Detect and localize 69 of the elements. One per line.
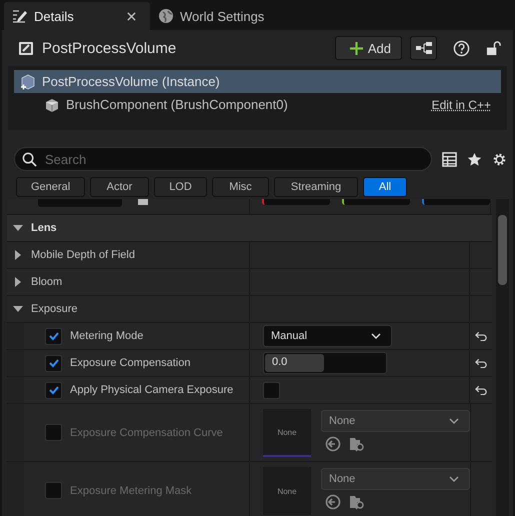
property-label: Exposure Metering Mask: [70, 484, 192, 496]
scrollbar[interactable]: [496, 199, 509, 516]
filter-tab[interactable]: General: [16, 177, 85, 197]
browse-folder-icon[interactable]: [349, 494, 365, 510]
reset-arrow-icon[interactable]: [474, 331, 488, 341]
unlocked-padlock-icon[interactable]: [486, 40, 501, 56]
dropdown-field[interactable]: Manual: [263, 325, 392, 347]
add-button[interactable]: Add: [334, 36, 402, 60]
filter-tab[interactable]: Streaming: [274, 177, 358, 197]
chevron-down-icon: [449, 418, 459, 424]
use-selected-icon[interactable]: [325, 494, 341, 510]
filter-tab[interactable]: Actor: [90, 177, 149, 197]
category-label: Lens: [31, 222, 57, 234]
asset-thumbnail[interactable]: None: [263, 409, 311, 457]
actor-icon: [18, 40, 34, 56]
collapsed-arrow-icon[interactable]: [13, 250, 23, 260]
asset-dropdown[interactable]: None: [321, 468, 470, 490]
property-label: Exposure Compensation Curve: [70, 426, 223, 438]
checkbox[interactable]: [45, 354, 62, 372]
panel-tab[interactable]: Details: [4, 2, 150, 30]
actor-title: PostProcessVolume: [42, 40, 176, 56]
filter-tab[interactable]: All: [363, 177, 407, 197]
help-icon[interactable]: [453, 40, 470, 56]
asset-dropdown[interactable]: None: [321, 410, 470, 432]
number-value: 0.0: [272, 356, 288, 368]
checkbox[interactable]: [45, 482, 62, 499]
globe-icon: [158, 8, 174, 24]
checkbox[interactable]: [45, 328, 62, 344]
check-icon: [48, 384, 60, 396]
checkbox[interactable]: [45, 424, 62, 441]
property-label: Metering Mode: [70, 330, 144, 342]
component-item[interactable]: PostProcessVolume (Instance): [14, 70, 501, 93]
box-icon: [44, 96, 60, 112]
number-slider-field[interactable]: 0.0: [263, 352, 387, 374]
checkbox[interactable]: [45, 382, 62, 398]
reset-arrow-icon[interactable]: [474, 385, 488, 395]
hierarchy-icon: [416, 42, 432, 54]
check-icon: [48, 357, 60, 369]
search-icon: [22, 152, 37, 167]
asset-thumbnail[interactable]: None: [263, 467, 311, 515]
table-icon[interactable]: [442, 152, 457, 166]
component-item[interactable]: BrushComponent (BrushComponent0) Edit in C++: [14, 93, 501, 116]
property-label: Apply Physical Camera Exposure: [70, 384, 234, 396]
settings-icon[interactable]: [492, 152, 507, 166]
filter-tab[interactable]: Misc: [212, 177, 269, 197]
reset-arrow-icon[interactable]: [474, 358, 488, 368]
edit-link[interactable]: Edit in C++: [432, 98, 491, 112]
star-icon[interactable]: [467, 152, 482, 166]
group-label: Mobile Depth of Field: [31, 249, 135, 261]
filter-tab[interactable]: LOD: [154, 177, 207, 197]
chevron-down-icon: [371, 333, 381, 339]
chevron-down-icon: [449, 476, 459, 482]
expanded-arrow-icon[interactable]: [13, 223, 23, 233]
group-label: Exposure: [31, 303, 78, 315]
browse-folder-icon[interactable]: [349, 436, 365, 452]
pencil-list-icon: [12, 8, 28, 24]
group-label: Bloom: [31, 276, 62, 288]
expanded-arrow-icon[interactable]: [13, 304, 23, 314]
collapsed-arrow-icon[interactable]: [13, 277, 23, 287]
use-selected-icon[interactable]: [325, 436, 341, 452]
close-icon[interactable]: [127, 12, 136, 20]
search-field[interactable]: Search: [14, 147, 432, 171]
hierarchy-button[interactable]: [410, 36, 437, 60]
checkbox[interactable]: [263, 382, 280, 398]
check-icon: [48, 330, 60, 342]
property-label: Exposure Compensation: [70, 357, 190, 369]
panel-tab[interactable]: World Settings: [150, 2, 272, 30]
plus-icon: [350, 42, 363, 54]
cube-icon: [20, 74, 36, 90]
